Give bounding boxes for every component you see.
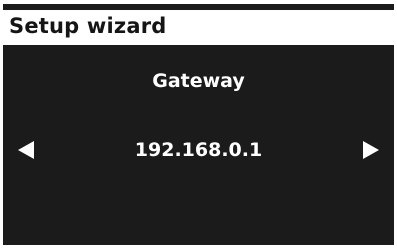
title-divider [3, 42, 394, 45]
title-bar: Setup wizard [3, 10, 394, 42]
device-screen: Setup wizard Gateway 192.168.0.1 [0, 0, 397, 249]
value-selector: 192.168.0.1 [0, 135, 397, 165]
setting-value[interactable]: 192.168.0.1 [0, 139, 397, 161]
screen-title: Setup wizard [9, 14, 167, 38]
setting-label: Gateway [152, 70, 245, 92]
triangle-right-icon [363, 141, 379, 159]
next-value-button[interactable] [360, 139, 382, 161]
